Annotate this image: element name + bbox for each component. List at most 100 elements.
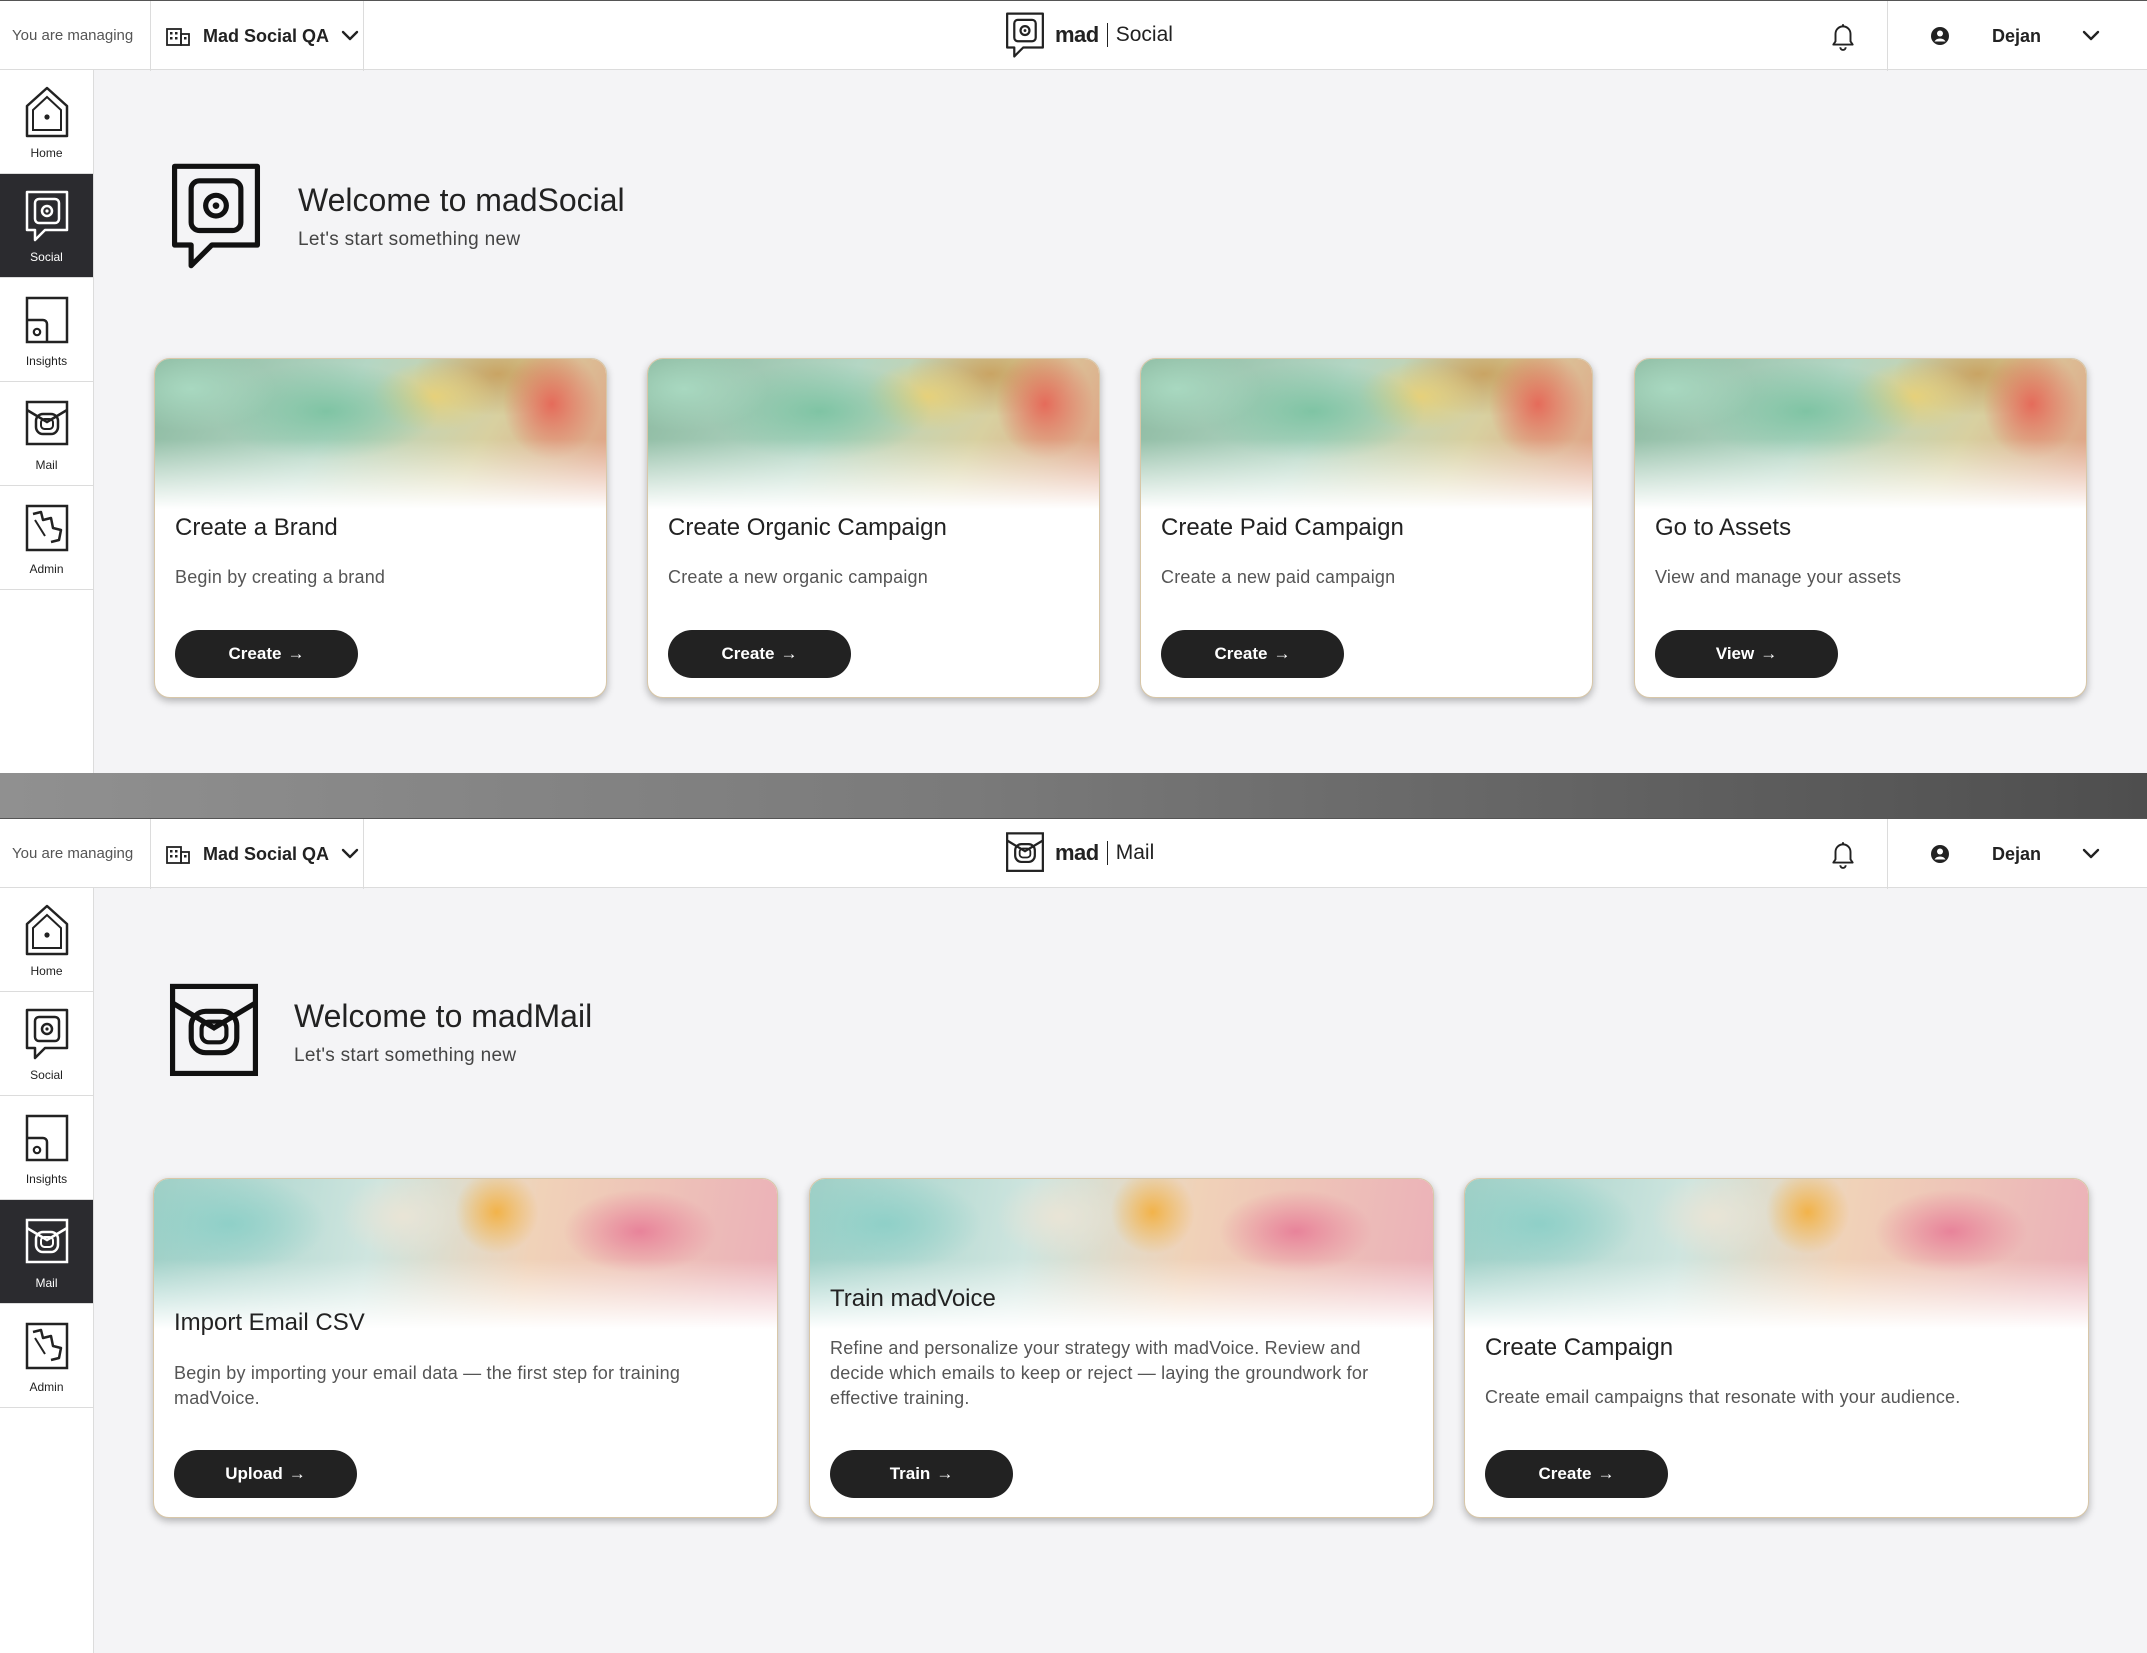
- app-logo[interactable]: mad Mail: [1003, 829, 1154, 877]
- arrow-right-icon: →: [1597, 1464, 1615, 1483]
- arrow-right-icon: →: [780, 644, 798, 663]
- card-description: Create a new paid campaign: [1161, 567, 1396, 587]
- logo-mad-text: mad: [1055, 840, 1099, 865]
- bell-icon[interactable]: [1830, 21, 1856, 51]
- top-bar: You are managing Mad Social QA mad Mail …: [0, 818, 2147, 889]
- chevron-down-icon: [341, 30, 359, 42]
- page-title: Welcome to madSocial: [298, 181, 625, 218]
- sidebar-item-label: Social: [30, 1067, 63, 1082]
- arrow-right-icon: →: [1760, 644, 1778, 663]
- sidebar-item-home[interactable]: Home: [0, 888, 93, 992]
- button-label: Create: [1538, 1464, 1592, 1483]
- card-title: Create a Brand: [175, 514, 338, 541]
- card-title: Create Organic Campaign: [668, 514, 947, 541]
- card-banner: [1465, 1179, 2088, 1329]
- card-import-email-csv: Import Email CSV Begin by importing your…: [153, 1178, 778, 1518]
- building-icon: [165, 843, 191, 865]
- card-create-paid-campaign: Create Paid Campaign Create a new paid c…: [1140, 358, 1593, 698]
- create-brand-button[interactable]: Create →: [175, 630, 358, 678]
- managing-label: You are managing: [12, 27, 134, 44]
- page-title: Welcome to madMail: [294, 997, 593, 1034]
- sidebar: Home Social Insights Mail Admin: [0, 70, 94, 773]
- madmail-screen: You are managing Mad Social QA mad Mail …: [0, 818, 2147, 1653]
- user-icon: [1930, 26, 1950, 46]
- org-selector[interactable]: Mad Social QA: [150, 1, 364, 71]
- sidebar-item-label: Social: [30, 249, 63, 264]
- chevron-down-icon: [341, 848, 359, 860]
- logo-product-text: Mail: [1115, 841, 1155, 864]
- managing-label: You are managing: [12, 845, 134, 862]
- sidebar-item-admin[interactable]: Admin: [0, 1304, 93, 1408]
- card-banner: [155, 359, 606, 509]
- sidebar-item-label: Insights: [25, 353, 68, 368]
- card-train-madvoice: Train madVoice Refine and personalize yo…: [809, 1178, 1434, 1518]
- card-create-campaign: Create Campaign Create email campaigns t…: [1464, 1178, 2089, 1518]
- logo-separator: [1106, 23, 1108, 47]
- insights-icon: [23, 292, 71, 348]
- card-title: Create Campaign: [1485, 1334, 1674, 1361]
- sidebar-item-label: Home: [30, 963, 63, 978]
- card-description: Create email campaigns that resonate wit…: [1485, 1387, 1961, 1407]
- card-description: Create a new organic campaign: [668, 567, 928, 587]
- mail-logo-icon: [1003, 828, 1047, 878]
- building-icon: [165, 25, 191, 47]
- create-campaign-button[interactable]: Create →: [1485, 1450, 1668, 1498]
- card-create-organic-campaign: Create Organic Campaign Create a new org…: [647, 358, 1100, 698]
- social-icon: [23, 1006, 71, 1062]
- home-icon: [23, 84, 71, 140]
- chevron-down-icon: [2082, 30, 2100, 42]
- button-label: Train: [889, 1464, 931, 1483]
- card-description: View and manage your assets: [1655, 567, 1902, 587]
- org-selector[interactable]: Mad Social QA: [150, 819, 364, 889]
- sidebar-item-insights[interactable]: Insights: [0, 1096, 93, 1200]
- mail-icon: [23, 396, 71, 452]
- arrow-right-icon: →: [1273, 644, 1291, 663]
- sidebar-item-label: Admin: [29, 561, 64, 576]
- mail-icon: [23, 1214, 71, 1270]
- user-icon: [1930, 844, 1950, 864]
- app-logo[interactable]: mad Social: [1003, 11, 1173, 59]
- sidebar-item-home[interactable]: Home: [0, 70, 93, 174]
- sidebar-item-label: Mail: [35, 457, 58, 472]
- sidebar-item-label: Mail: [35, 1275, 58, 1290]
- sidebar-item-label: Insights: [25, 1171, 68, 1186]
- user-menu[interactable]: Dejan: [1887, 1, 2147, 71]
- logo-product-text: Social: [1115, 23, 1173, 46]
- user-menu[interactable]: Dejan: [1887, 819, 2147, 889]
- upload-button[interactable]: Upload →: [174, 1450, 357, 1498]
- view-assets-button[interactable]: View →: [1655, 630, 1838, 678]
- social-logo-icon: [1003, 10, 1047, 60]
- screen-divider: [0, 773, 2147, 818]
- org-name: Mad Social QA: [203, 843, 330, 864]
- logo-mad-text: mad: [1055, 22, 1099, 47]
- card-title: Create Paid Campaign: [1161, 514, 1404, 541]
- button-label: Create: [721, 644, 775, 663]
- bell-icon[interactable]: [1830, 839, 1856, 869]
- mail-hero-icon: [160, 974, 268, 1090]
- sidebar-item-admin[interactable]: Admin: [0, 486, 93, 590]
- welcome-hero: Welcome to madMail Let's start something…: [160, 974, 592, 1090]
- sidebar-item-social[interactable]: Social: [0, 174, 93, 278]
- sidebar-item-mail[interactable]: Mail: [0, 1200, 93, 1304]
- create-paid-campaign-button[interactable]: Create →: [1161, 630, 1344, 678]
- train-button[interactable]: Train →: [830, 1450, 1013, 1498]
- card-title: Go to Assets: [1655, 514, 1792, 541]
- admin-icon: [23, 500, 71, 556]
- sidebar-item-mail[interactable]: Mail: [0, 382, 93, 486]
- create-organic-campaign-button[interactable]: Create →: [668, 630, 851, 678]
- card-go-to-assets: Go to Assets View and manage your assets…: [1634, 358, 2087, 698]
- user-name: Dejan: [1992, 843, 2042, 864]
- button-label: View: [1715, 644, 1755, 663]
- button-label: Create: [228, 644, 282, 663]
- card-banner: [648, 359, 1099, 509]
- insights-icon: [23, 1110, 71, 1166]
- sidebar-item-insights[interactable]: Insights: [0, 278, 93, 382]
- card-description: Begin by importing your email data — the…: [174, 1363, 681, 1408]
- social-icon: [23, 188, 71, 244]
- card-banner: [1635, 359, 2086, 509]
- madsocial-screen: You are managing Mad Social QA mad Socia…: [0, 0, 2147, 773]
- sidebar-item-social[interactable]: Social: [0, 992, 93, 1096]
- arrow-right-icon: →: [288, 1464, 306, 1483]
- sidebar: Home Social Insights Mail Admin: [0, 888, 94, 1653]
- card-description: Begin by creating a brand: [175, 567, 386, 587]
